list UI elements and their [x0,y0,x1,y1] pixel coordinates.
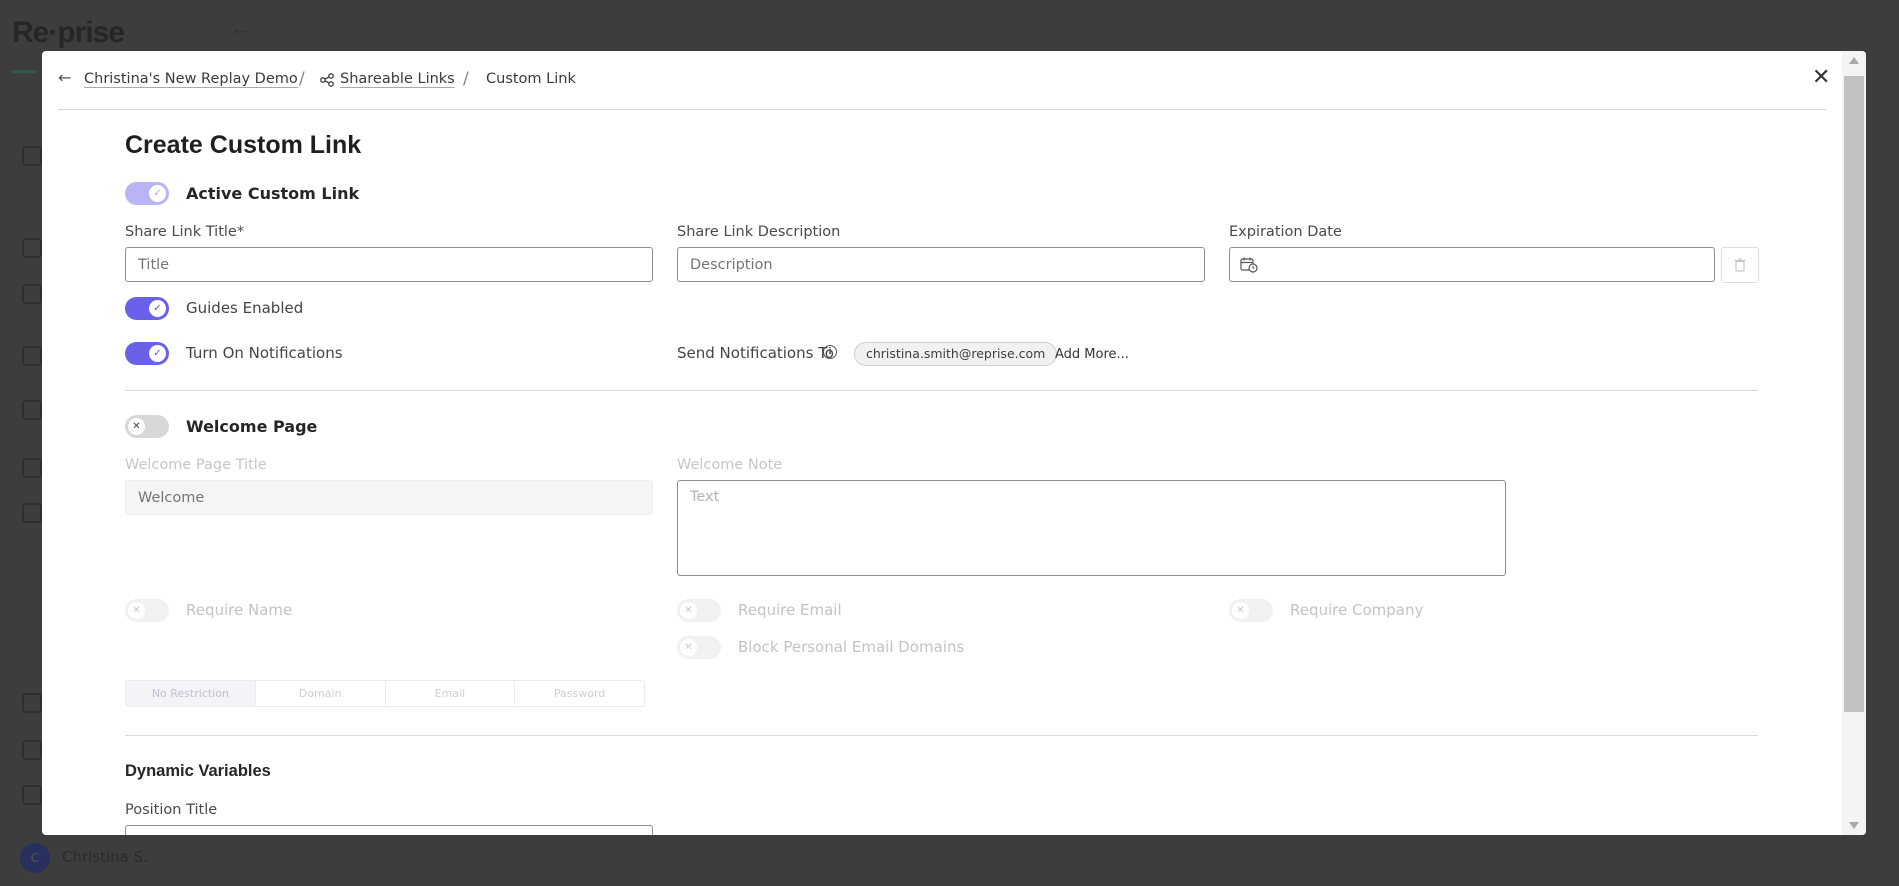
restriction-option-email[interactable]: Email [386,681,516,706]
sidebar-reports-icon [22,458,42,478]
breadcrumb-separator: / [463,69,469,89]
back-arrow-icon[interactable]: ← [58,69,76,87]
sidebar-demos-icon [22,238,42,258]
sidebar-library-icon [22,284,42,304]
x-icon: ✕ [680,639,697,656]
info-icon[interactable]: i [823,345,837,359]
sidebar-home-icon [22,146,42,166]
restriction-option-none[interactable]: No Restriction [126,681,256,706]
require-email-toggle[interactable]: ✕ [677,599,721,622]
require-company-label: Require Company [1290,601,1424,619]
share-icon [320,73,334,87]
sidebar-settings-icon [22,503,42,523]
breadcrumb-separator: / [299,69,305,89]
trash-icon [1734,258,1746,272]
calendar-clock-icon [1240,257,1258,273]
share-title-label: Share Link Title* [125,224,245,240]
avatar: C [20,843,50,873]
scrollbar-thumb[interactable] [1844,76,1864,712]
restriction-option-password[interactable]: Password [515,681,644,706]
collapse-sidebar-icon: ← [234,24,246,40]
share-description-label: Share Link Description [677,224,841,240]
scrollbar[interactable] [1842,51,1866,835]
scroll-down-arrow-icon[interactable] [1849,822,1859,829]
user-name: Christina S. [62,848,148,866]
clear-date-button[interactable] [1721,247,1759,283]
sidebar-help-icon [22,785,42,805]
check-icon: ✓ [149,300,166,317]
restriction-segmented-control: No Restriction Domain Email Password [125,680,645,707]
section-divider [125,735,1758,736]
require-name-label: Require Name [186,601,293,619]
dynamic-variables-title: Dynamic Variables [125,762,271,780]
expiration-date-input[interactable] [1229,247,1715,282]
block-domains-label: Block Personal Email Domains [738,638,965,656]
require-company-toggle[interactable]: ✕ [1229,599,1273,622]
section-divider [125,390,1758,391]
share-description-input[interactable] [677,247,1205,282]
expiration-date-label: Expiration Date [1229,224,1342,240]
sidebar-analytics-icon [22,346,42,366]
guides-toggle[interactable]: ✓ [125,297,169,320]
create-custom-link-modal: ← Christina's New Replay Demo / Shareabl… [42,51,1866,835]
notifications-toggle[interactable]: ✓ [125,342,169,365]
scroll-up-arrow-icon[interactable] [1849,57,1859,64]
welcome-note-label: Welcome Note [677,457,783,473]
share-title-input[interactable] [125,247,653,282]
welcome-page-label: Welcome Page [186,417,318,436]
breadcrumb-shareable-links[interactable]: Shareable Links [340,71,455,87]
check-icon: ✓ [149,185,166,202]
x-icon: ✕ [128,418,145,435]
modal-header: ← Christina's New Replay Demo / Shareabl… [58,51,1830,110]
block-domains-toggle[interactable]: ✕ [677,636,721,659]
add-more-button[interactable]: Add More... [1055,347,1129,362]
page-title: Create Custom Link [125,131,362,159]
welcome-title-input[interactable] [125,480,653,515]
guides-label: Guides Enabled [186,299,304,317]
sidebar-team-icon [22,693,42,713]
sidebar-insights-icon [22,400,42,420]
breadcrumb-current: Custom Link [486,71,576,87]
welcome-title-label: Welcome Page Title [125,457,267,473]
send-notifications-label: Send Notifications To [677,344,834,362]
require-name-toggle[interactable]: ✕ [125,599,169,622]
logo-accent [12,70,36,73]
recipient-chip[interactable]: christina.smith@reprise.com [854,342,1058,366]
x-icon: ✕ [1232,602,1249,619]
x-icon: ✕ [680,602,697,619]
check-icon: ✓ [149,345,166,362]
x-icon: ✕ [128,602,145,619]
require-email-label: Require Email [738,601,842,619]
breadcrumb-demo[interactable]: Christina's New Replay Demo [84,71,298,87]
app-logo: Re·prise [12,16,125,49]
position-title-input[interactable] [125,825,653,835]
welcome-page-toggle[interactable]: ✕ [125,415,169,438]
welcome-note-placeholder: Text [690,489,720,505]
active-custom-link-label: Active Custom Link [186,184,360,203]
welcome-note-textarea[interactable]: Text [677,480,1506,576]
position-title-label: Position Title [125,802,218,818]
close-icon[interactable]: ✕ [1812,67,1830,89]
sidebar-integrations-icon [22,740,42,760]
notifications-label: Turn On Notifications [186,344,343,362]
restriction-option-domain[interactable]: Domain [256,681,386,706]
active-custom-link-toggle[interactable]: ✓ [125,182,169,205]
